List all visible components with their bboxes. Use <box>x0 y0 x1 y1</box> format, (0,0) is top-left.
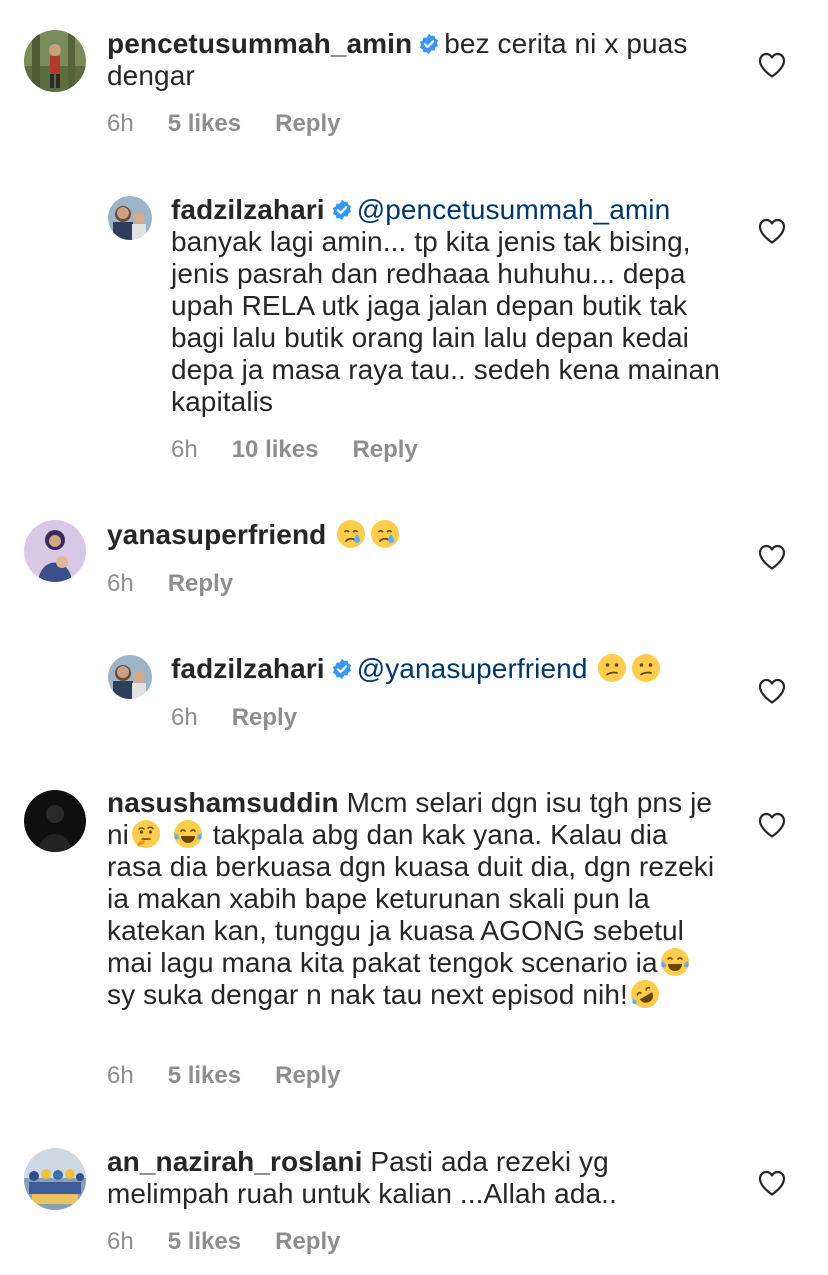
verified-badge-icon <box>332 199 351 221</box>
tears-of-joy-emoji <box>173 820 202 848</box>
username[interactable]: yanasuperfriend <box>107 519 326 550</box>
comment-body: banyak lagi amin... tp kita jenis tak bi… <box>171 226 720 417</box>
reply-button[interactable]: Reply <box>168 570 233 597</box>
crying-face-emoji <box>337 520 366 548</box>
heart-icon[interactable] <box>758 1170 786 1196</box>
username[interactable]: pencetusummah_amin <box>107 28 412 59</box>
reply-button[interactable]: Reply <box>352 436 417 463</box>
thinking-face-emoji <box>132 820 160 848</box>
comment-meta: 6h 10 likes Reply <box>171 436 452 464</box>
comment-meta: 6h Reply <box>171 704 331 732</box>
avatar[interactable] <box>24 790 86 852</box>
timestamp: 6h <box>171 436 198 463</box>
avatar[interactable] <box>108 655 152 699</box>
timestamp: 6h <box>171 704 198 731</box>
mention-link[interactable]: @yanasuperfriend <box>357 653 588 684</box>
timestamp: 6h <box>107 1062 134 1089</box>
heart-icon[interactable] <box>758 678 786 704</box>
timestamp: 6h <box>107 1228 134 1255</box>
comment-meta: 6h Reply <box>107 570 267 598</box>
avatar[interactable] <box>24 1148 86 1210</box>
heart-icon[interactable] <box>758 52 786 78</box>
likes-count[interactable]: 5 likes <box>168 110 241 137</box>
likes-count[interactable]: 5 likes <box>168 1062 241 1089</box>
mention-link[interactable]: @pencetusummah_amin <box>357 194 671 225</box>
crying-face-emoji <box>371 520 400 548</box>
tears-of-joy-emoji <box>660 948 689 976</box>
likes-count[interactable]: 10 likes <box>232 436 319 463</box>
reply-button[interactable]: Reply <box>275 110 340 137</box>
avatar[interactable] <box>108 196 152 240</box>
username[interactable]: fadzilzahari <box>171 194 325 225</box>
verified-badge-icon <box>420 33 439 55</box>
username[interactable]: nasushamsuddin <box>107 787 339 818</box>
comment-body: sy suka dengar n nak tau next episod nih… <box>107 979 628 1010</box>
heart-icon[interactable] <box>758 812 786 838</box>
comment-text: fadzilzahari @yanasuperfriend <box>171 653 731 685</box>
comment-text: fadzilzahari @pencetusummah_amin banyak l… <box>171 194 731 418</box>
avatar[interactable] <box>24 30 86 92</box>
confused-face-emoji <box>598 654 627 682</box>
username[interactable]: an_nazirah_roslani <box>107 1146 362 1177</box>
likes-count[interactable]: 5 likes <box>168 1228 241 1255</box>
confused-face-emoji <box>632 654 661 682</box>
comment-meta: 6h 5 likes Reply <box>107 1228 374 1256</box>
timestamp: 6h <box>107 570 134 597</box>
comment-text: nasushamsuddin Mcm selari dgn isu tgh pn… <box>107 787 727 1011</box>
comment-meta: 6h 5 likes Reply <box>107 1062 374 1090</box>
comment-text: pencetusummah_amin bez cerita ni x puas d… <box>107 28 727 92</box>
reply-button[interactable]: Reply <box>275 1228 340 1255</box>
avatar[interactable] <box>24 520 86 582</box>
verified-badge-icon <box>332 658 351 680</box>
timestamp: 6h <box>107 110 134 137</box>
comment-meta: 6h 5 likes Reply <box>107 110 374 138</box>
reply-button[interactable]: Reply <box>275 1062 340 1089</box>
reply-button[interactable]: Reply <box>232 704 297 731</box>
username[interactable]: fadzilzahari <box>171 653 325 684</box>
heart-icon[interactable] <box>758 544 786 570</box>
comment-text: yanasuperfriend <box>107 519 727 551</box>
comment-text: an_nazirah_roslani Pasti ada rezeki yg m… <box>107 1146 727 1210</box>
heart-icon[interactable] <box>758 218 786 244</box>
rolling-laughing-emoji <box>630 980 659 1008</box>
